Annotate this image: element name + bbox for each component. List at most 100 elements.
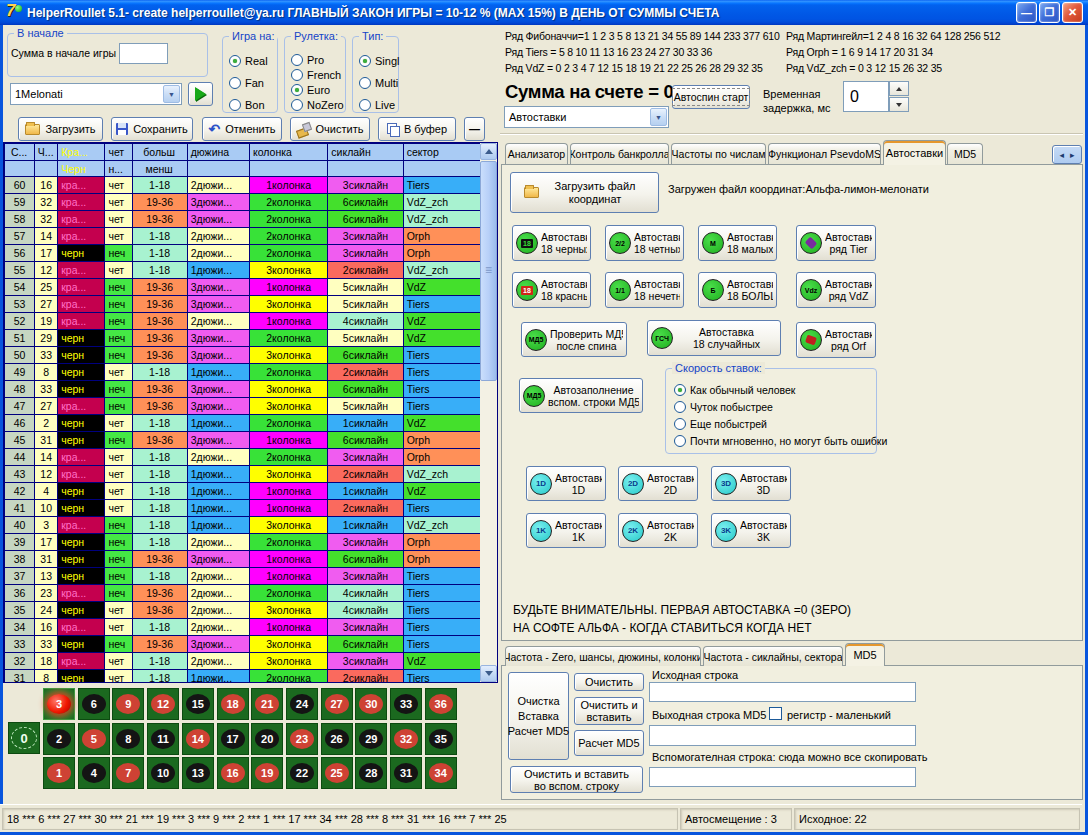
radio-speed-even-faster[interactable]: Еще побыстрей	[674, 418, 767, 430]
table-row[interactable]: 5932кра...чет19-363дюжи...2колонка6сикла…	[5, 194, 482, 211]
table-row[interactable]: 5425кра...неч19-363дюжи...1колонка5сикла…	[5, 279, 482, 296]
table-row[interactable]: 3623кра...неч19-362дюжи...2колонка4сикла…	[5, 585, 482, 602]
roulette-cell-28[interactable]: 28	[355, 757, 387, 789]
table-header-cell[interactable]: чет	[105, 144, 132, 161]
profile-combobox[interactable]: 1Melonati ▼	[10, 83, 182, 105]
roulette-cell-33[interactable]: 33	[390, 688, 422, 720]
undo-button[interactable]: ↶Отменить	[202, 117, 282, 141]
autofill-md5-button[interactable]: МД5Автозаполнениевспом. строки МД5	[519, 378, 643, 413]
tab-number-frequencies[interactable]: Частоты по числам	[671, 143, 766, 164]
table-header-cell[interactable]	[249, 161, 327, 177]
table-header-cell[interactable]: Кра...	[58, 144, 105, 161]
roulette-cell-30[interactable]: 30	[355, 688, 387, 720]
bet-2d-button[interactable]: 2DАвтоставка2D	[618, 466, 698, 501]
table-row[interactable]: 3917черннеч1-182дюжи...2колонка3сиклайнO…	[5, 534, 482, 551]
minimize-button[interactable]: —	[1016, 2, 1037, 23]
close-button[interactable]: ✕	[1062, 2, 1083, 23]
table-row[interactable]: 4414кра...чет1-182дюжи...2колонка3сиклай…	[5, 449, 482, 466]
radio-speed-instant[interactable]: Почти мгновенно, но могут быть ошибки	[674, 435, 887, 447]
delay-spin-up-button[interactable]	[889, 81, 909, 96]
table-row[interactable]: 5512кра...чет1-181дюжи...3колонка2сиклай…	[5, 262, 482, 279]
table-row[interactable]: 5219кра...неч19-362дюжи...1колонка4сикла…	[5, 313, 482, 330]
table-row[interactable]: 6016кра...чет1-182дюжи...1колонка3сиклай…	[5, 177, 482, 194]
maximize-button[interactable]: ❐	[1039, 2, 1060, 23]
bet-18-even-button[interactable]: 2/2Автоставка18 четных	[605, 225, 684, 261]
calc-md5-button[interactable]: Расчет MD5	[574, 730, 644, 756]
radio-multi[interactable]: Multi	[359, 77, 398, 89]
roulette-cell-22[interactable]: 22	[286, 757, 318, 789]
table-row[interactable]: 318чернчет1-181дюжи...2колонка2сиклайнTi…	[5, 670, 482, 684]
tab-md5-bottom[interactable]: MD5	[845, 643, 885, 666]
autospin-start-button[interactable]: Автоспин старт	[672, 85, 750, 109]
table-row[interactable]: 403кра...неч1-181дюжи...3колонка1сиклайн…	[5, 517, 482, 534]
table-header-cell[interactable]: С...	[5, 144, 35, 161]
roulette-cell-26[interactable]: 26	[321, 723, 353, 755]
bet-1d-button[interactable]: 1DАвтоставка1D	[526, 466, 606, 501]
table-header-cell[interactable]: дюжина	[187, 144, 249, 161]
tab-psevdoms-functional[interactable]: Функционал PsevdoMS	[768, 143, 881, 164]
radio-speed-human[interactable]: Как обычный человек	[674, 384, 795, 396]
table-header-cell[interactable]: н...	[105, 161, 132, 177]
roulette-cell-13[interactable]: 13	[182, 757, 214, 789]
bet-row-vdz-button[interactable]: VdzАвтоставкаряд VdZ	[796, 272, 876, 308]
clear-paste-aux-button[interactable]: Очистить и вставитьво вспом. строку	[510, 766, 643, 793]
table-scrollbar[interactable]	[480, 143, 497, 682]
roulette-cell-36[interactable]: 36	[425, 688, 457, 720]
delay-input[interactable]: 0	[843, 81, 889, 112]
bet-row-tier-button[interactable]: Автоставкаряд Tier	[796, 225, 876, 261]
roulette-cell-10[interactable]: 10	[147, 757, 179, 789]
roulette-cell-35[interactable]: 35	[425, 723, 457, 755]
radio-real[interactable]: Real	[229, 55, 268, 67]
scrollbar-thumb[interactable]	[480, 161, 497, 381]
table-row[interactable]: 3416кра...чет1-182дюжи...1колонка3сиклай…	[5, 619, 482, 636]
bet-18-random-button[interactable]: ГСЧАвтоставка18 случайных	[647, 320, 781, 356]
roulette-cell-25[interactable]: 25	[321, 757, 353, 789]
table-row[interactable]: 5617черннеч1-182дюжи...2колонка3сиклайнO…	[5, 245, 482, 262]
chevron-down-icon[interactable]: ▼	[650, 108, 667, 126]
radio-bon[interactable]: Bon	[229, 99, 265, 111]
bet-18-big-button[interactable]: БАвтоставка18 БОЛЬШИХ	[698, 272, 777, 308]
tab-analyzer[interactable]: Анализатор	[505, 143, 568, 164]
clear-and-paste-button[interactable]: Очистить ивставить	[574, 697, 644, 725]
roulette-cell-0[interactable]: 0	[8, 722, 40, 754]
table-row[interactable]: 4110чернчет1-181дюжи...1колонка2сиклайнT…	[5, 500, 482, 517]
table-header-cell[interactable]: сиклайн	[328, 144, 403, 161]
radio-pro[interactable]: Pro	[291, 54, 324, 66]
roulette-cell-4[interactable]: 4	[78, 757, 110, 789]
table-row[interactable]: 5714кра...чет1-182дюжи...2колонка3сиклай…	[5, 228, 482, 245]
table-row[interactable]: 3218кра...чет1-182дюжи...3колонка3сиклай…	[5, 653, 482, 670]
radio-live[interactable]: Live	[359, 99, 395, 111]
roulette-cell-2[interactable]: 2	[43, 723, 75, 755]
table-row[interactable]: 3333черннеч19-363дюжи...3колонка6сиклайн…	[5, 636, 482, 653]
table-header-cell[interactable]	[35, 161, 58, 177]
copy-button[interactable]: В буфер	[378, 117, 456, 141]
table-row[interactable]: 4727кра...неч19-363дюжи...3колонка5сикла…	[5, 398, 482, 415]
table-header-cell[interactable]: Черн	[58, 161, 105, 177]
radio-nozero[interactable]: NoZero	[291, 99, 344, 111]
roulette-cell-9[interactable]: 9	[112, 688, 144, 720]
bet-18-odd-button[interactable]: 1/1Автоставка18 нечетных	[605, 272, 684, 308]
table-row[interactable]: 5327кра...неч19-363дюжи...3колонка5сикла…	[5, 296, 482, 313]
tab-freq-sixlines[interactable]: Частота - сиклайны, сектора	[703, 646, 843, 666]
tab-md5[interactable]: MD5	[947, 143, 983, 164]
roulette-cell-14[interactable]: 14	[182, 723, 214, 755]
scroll-up-button[interactable]	[480, 143, 497, 160]
roulette-cell-27[interactable]: 27	[321, 688, 353, 720]
table-header-cell[interactable]	[328, 161, 403, 177]
radio-fan[interactable]: Fan	[229, 77, 264, 89]
roulette-cell-19[interactable]: 19	[251, 757, 283, 789]
table-row[interactable]: 424чернчет1-181дюжи...1колонка1сиклайнVd…	[5, 483, 482, 500]
tab-freq-zero[interactable]: Частота - Zero, шансы, дюжины, колонки	[505, 646, 701, 666]
bet-3d-button[interactable]: 3DАвтоставка3D	[711, 466, 791, 501]
roulette-cell-24[interactable]: 24	[286, 688, 318, 720]
load-button[interactable]: Загрузить	[18, 117, 103, 141]
clean-button[interactable]: Очистить	[290, 117, 370, 141]
register-checkbox[interactable]	[769, 707, 782, 720]
roulette-cell-18[interactable]: 18	[217, 688, 249, 720]
table-header-cell[interactable]: сектор	[403, 144, 481, 161]
table-row[interactable]: 5129черннеч19-363дюжи...2колонка5сиклайн…	[5, 330, 482, 347]
roulette-cell-21[interactable]: 21	[251, 688, 283, 720]
bet-row-orf-button[interactable]: Автоставкаряд Orf	[796, 322, 876, 358]
roulette-cell-8[interactable]: 8	[112, 723, 144, 755]
roulette-cell-16[interactable]: 16	[217, 757, 249, 789]
